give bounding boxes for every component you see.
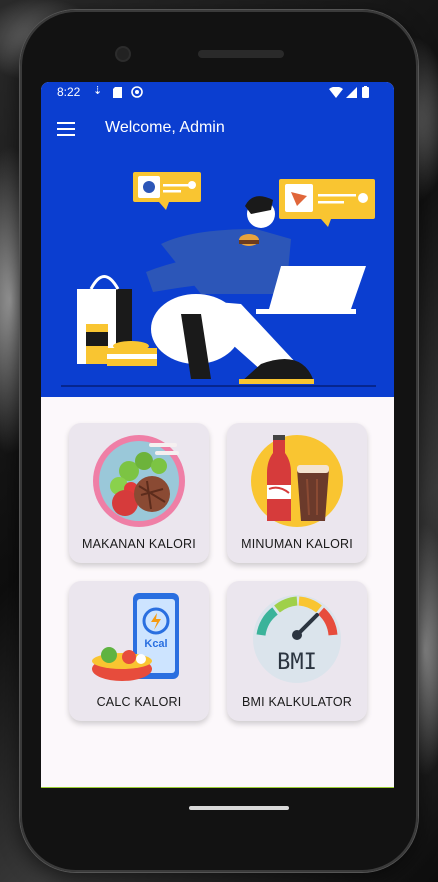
status-bar: 8:22 ⇣ bbox=[41, 82, 394, 102]
signal-icon bbox=[346, 87, 357, 98]
card-makanan-kalori[interactable]: MAKANAN KALORI bbox=[69, 423, 209, 563]
bmi-gauge-icon: BMI bbox=[253, 595, 341, 683]
kcal-phone-icon: Kcal bbox=[92, 593, 179, 681]
sd-card-icon bbox=[113, 87, 122, 98]
front-camera bbox=[117, 48, 129, 60]
food-plate-icon bbox=[93, 435, 185, 527]
card-bmi-kalkulator[interactable]: BMI BMI KALKULATOR bbox=[227, 581, 367, 721]
earpiece-speaker bbox=[198, 50, 284, 58]
page-title: Welcome, Admin bbox=[105, 119, 225, 136]
drinks-icon bbox=[251, 435, 343, 527]
hamburger-menu-icon[interactable] bbox=[57, 122, 75, 136]
kcal-text: Kcal bbox=[144, 638, 167, 650]
menu-grid: MAKANAN KALORI MINUMAN KALORI Kcal CALC … bbox=[41, 397, 394, 787]
wifi-icon bbox=[329, 87, 343, 98]
home-gesture-bar[interactable] bbox=[189, 806, 289, 810]
card-label: CALC KALORI bbox=[96, 695, 182, 709]
card-calc-kalori[interactable]: Kcal CALC KALORI bbox=[69, 581, 209, 721]
bmi-text: BMI bbox=[277, 650, 317, 675]
card-label: BMI KALKULATOR bbox=[241, 695, 352, 709]
card-label: MAKANAN KALORI bbox=[82, 537, 196, 551]
battery-icon bbox=[362, 86, 369, 98]
sync-icon bbox=[131, 86, 143, 98]
header-illustration bbox=[41, 154, 394, 397]
card-minuman-kalori[interactable]: MINUMAN KALORI bbox=[227, 423, 367, 563]
status-time: 8:22 bbox=[57, 85, 81, 99]
app-bar: Welcome, Admin bbox=[41, 102, 394, 154]
card-label: MINUMAN KALORI bbox=[241, 537, 353, 551]
person-eating-illustration bbox=[61, 172, 376, 387]
download-icon: ⇣ bbox=[93, 85, 103, 97]
app-screen: 8:22 ⇣ Welcome, Admin MAKANAN KALORI MIN… bbox=[41, 82, 394, 788]
